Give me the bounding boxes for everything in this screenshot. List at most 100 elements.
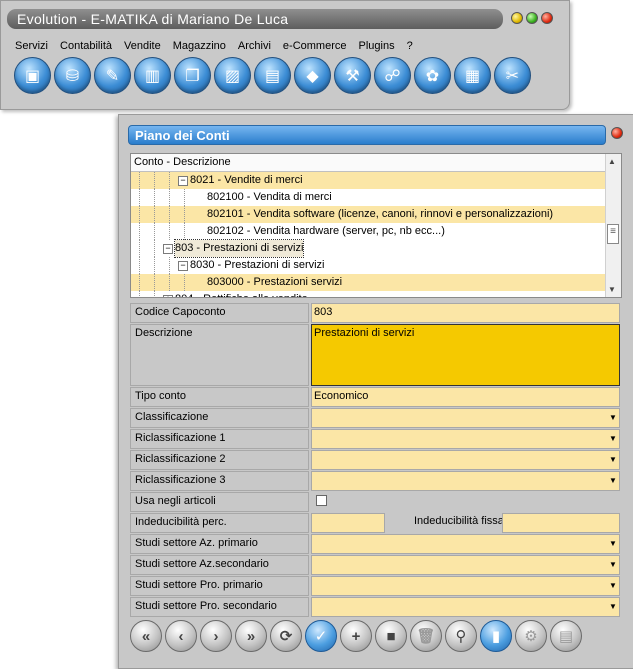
indeducibilita-fissa-field[interactable]	[502, 513, 620, 533]
tree-row[interactable]: 802102 - Vendita hardware (server, pc, n…	[131, 223, 621, 240]
codice-capoconto-field[interactable]: 803	[311, 303, 620, 323]
classificazione-row: Classificazione ▼	[130, 408, 620, 428]
books-icon[interactable]: ▥	[134, 57, 171, 94]
database-icon[interactable]: ⛁	[54, 57, 91, 94]
menu-magazzino[interactable]: Magazzino	[167, 40, 232, 52]
scroll-up-arrow-icon[interactable]: ▲	[608, 157, 616, 166]
next-record-button[interactable]: ›	[200, 620, 232, 652]
tools-icon[interactable]: ✂	[494, 57, 531, 94]
tree-guide-line	[169, 274, 170, 291]
dialog-titlebar[interactable]: Piano dei Conti	[128, 125, 606, 145]
accounts-tree[interactable]: Conto - Descrizione −8021 - Vendite di m…	[130, 153, 622, 298]
stop-button[interactable]: ■	[375, 620, 407, 652]
tree-guide-line	[139, 172, 140, 189]
confirm-button[interactable]: ✓	[305, 620, 337, 652]
tree-column-header[interactable]: Conto - Descrizione	[131, 154, 621, 172]
maximize-button[interactable]	[526, 12, 538, 24]
photos-icon[interactable]: ▨	[214, 57, 251, 94]
tree-row[interactable]: 802101 - Vendita software (licenze, cano…	[131, 206, 621, 223]
scroll-thumb[interactable]: ≡	[607, 224, 619, 244]
riclassificazione-2-select[interactable]: ▼	[311, 450, 620, 470]
collapse-icon[interactable]: −	[163, 244, 173, 254]
chevron-down-icon[interactable]: ▼	[608, 475, 618, 487]
studi-az-primario-select[interactable]: ▼	[311, 534, 620, 554]
photo-edit-icon[interactable]: ✿	[414, 57, 451, 94]
tree-row-label: 802100 - Vendita di merci	[207, 191, 332, 203]
tree-guide-line	[169, 189, 170, 206]
indeducibilita-row: Indeducibilità perc. Indeducibilità fiss…	[130, 513, 620, 533]
tree-row[interactable]: −8030 - Prestazioni di servizi	[131, 257, 621, 274]
indeducibilita-perc-field[interactable]	[311, 513, 385, 533]
save-disk-icon[interactable]: ▣	[14, 57, 51, 94]
collapse-icon[interactable]: −	[178, 176, 188, 186]
tree-guide-line	[154, 257, 155, 274]
usa-negli-articoli-row: Usa negli articoli	[130, 492, 620, 512]
tree-row-label: 804 - Rettifiche alle vendite	[175, 291, 308, 297]
chevron-down-icon[interactable]: ▼	[608, 433, 618, 445]
expand-icon[interactable]: +	[163, 295, 173, 297]
tree-row[interactable]: −803 - Prestazioni di servizi	[131, 239, 621, 258]
minimize-button[interactable]	[511, 12, 523, 24]
menu-servizi[interactable]: Servizi	[9, 40, 54, 52]
tree-row[interactable]: 802100 - Vendita di merci	[131, 189, 621, 206]
chevron-down-icon[interactable]: ▼	[608, 559, 618, 571]
tree-row[interactable]: −8021 - Vendite di merci	[131, 172, 621, 189]
settings-button[interactable]: ⚙	[515, 620, 547, 652]
documents-icon[interactable]: ❐	[174, 57, 211, 94]
app-titlebar[interactable]: Evolution - E-MATIKA di Mariano De Luca	[7, 9, 503, 29]
menu-vendite[interactable]: Vendite	[118, 40, 167, 52]
tipo-conto-field[interactable]: Economico	[311, 387, 620, 407]
shapes-icon[interactable]: ◆	[294, 57, 331, 94]
descrizione-field[interactable]: Prestazioni di servizi	[311, 324, 620, 386]
menu-help[interactable]: ?	[401, 40, 419, 52]
chevron-down-icon[interactable]: ▼	[608, 454, 618, 466]
chevron-down-icon[interactable]: ▼	[608, 601, 618, 613]
first-record-button[interactable]: «	[130, 620, 162, 652]
tree-row[interactable]: 803000 - Prestazioni servizi	[131, 274, 621, 291]
usa-negli-articoli-checkbox[interactable]	[316, 495, 327, 506]
tipo-conto-row: Tipo conto Economico	[130, 387, 620, 407]
studi-az-secondario-label: Studi settore Az.secondario	[130, 555, 309, 575]
scroll-down-arrow-icon[interactable]: ▼	[608, 285, 616, 294]
collapse-icon[interactable]: −	[178, 261, 188, 271]
tree-guide-line	[169, 172, 170, 189]
tree-guide-line	[169, 223, 170, 240]
delete-button[interactable]: 🗑	[410, 620, 442, 652]
search-button[interactable]: ⚲	[445, 620, 477, 652]
descrizione-row: Descrizione Prestazioni di servizi	[130, 324, 620, 386]
add-button[interactable]: +	[340, 620, 372, 652]
tree-row[interactable]: +804 - Rettifiche alle vendite	[131, 291, 621, 297]
riclassificazione-1-select[interactable]: ▼	[311, 429, 620, 449]
menu-plugins[interactable]: Plugins	[353, 40, 401, 52]
close-button[interactable]	[541, 12, 553, 24]
tree-row-label: 803 - Prestazioni di servizi	[173, 239, 305, 258]
chevron-down-icon[interactable]: ▼	[608, 580, 618, 592]
menu-contabilita[interactable]: Contabilità	[54, 40, 118, 52]
chevron-down-icon[interactable]: ▼	[608, 412, 618, 424]
classificazione-select[interactable]: ▼	[311, 408, 620, 428]
previous-record-button[interactable]: ‹	[165, 620, 197, 652]
studi-pro-secondario-select[interactable]: ▼	[311, 597, 620, 617]
server-icon[interactable]: ▦	[454, 57, 491, 94]
tree-row-label: 802101 - Vendita software (licenze, cano…	[207, 208, 554, 220]
studi-az-secondario-select[interactable]: ▼	[311, 555, 620, 575]
network-icon[interactable]: ☍	[374, 57, 411, 94]
studi-pro-primario-select[interactable]: ▼	[311, 576, 620, 596]
refresh-button[interactable]: ⟳	[270, 620, 302, 652]
dialog-close-button[interactable]	[611, 127, 623, 139]
pencils-icon[interactable]: ✎	[94, 57, 131, 94]
file-button[interactable]: ▮	[480, 620, 512, 652]
riclassificazione-3-select[interactable]: ▼	[311, 471, 620, 491]
indeducibilita-perc-label: Indeducibilità perc.	[130, 513, 309, 533]
chevron-down-icon[interactable]: ▼	[608, 538, 618, 550]
last-record-button[interactable]: »	[235, 620, 267, 652]
dialog-window-controls	[611, 127, 623, 139]
menu-archivi[interactable]: Archivi	[232, 40, 277, 52]
menu-ecommerce[interactable]: e-Commerce	[277, 40, 353, 52]
tree-guide-line	[139, 291, 140, 297]
window-list-icon[interactable]: ▤	[254, 57, 291, 94]
forklift-icon[interactable]: ⚒	[334, 57, 371, 94]
usa-negli-articoli-label: Usa negli articoli	[130, 492, 309, 512]
print-button[interactable]: ▤	[550, 620, 582, 652]
tree-scrollbar[interactable]: ▲ ≡ ▼	[605, 154, 621, 297]
